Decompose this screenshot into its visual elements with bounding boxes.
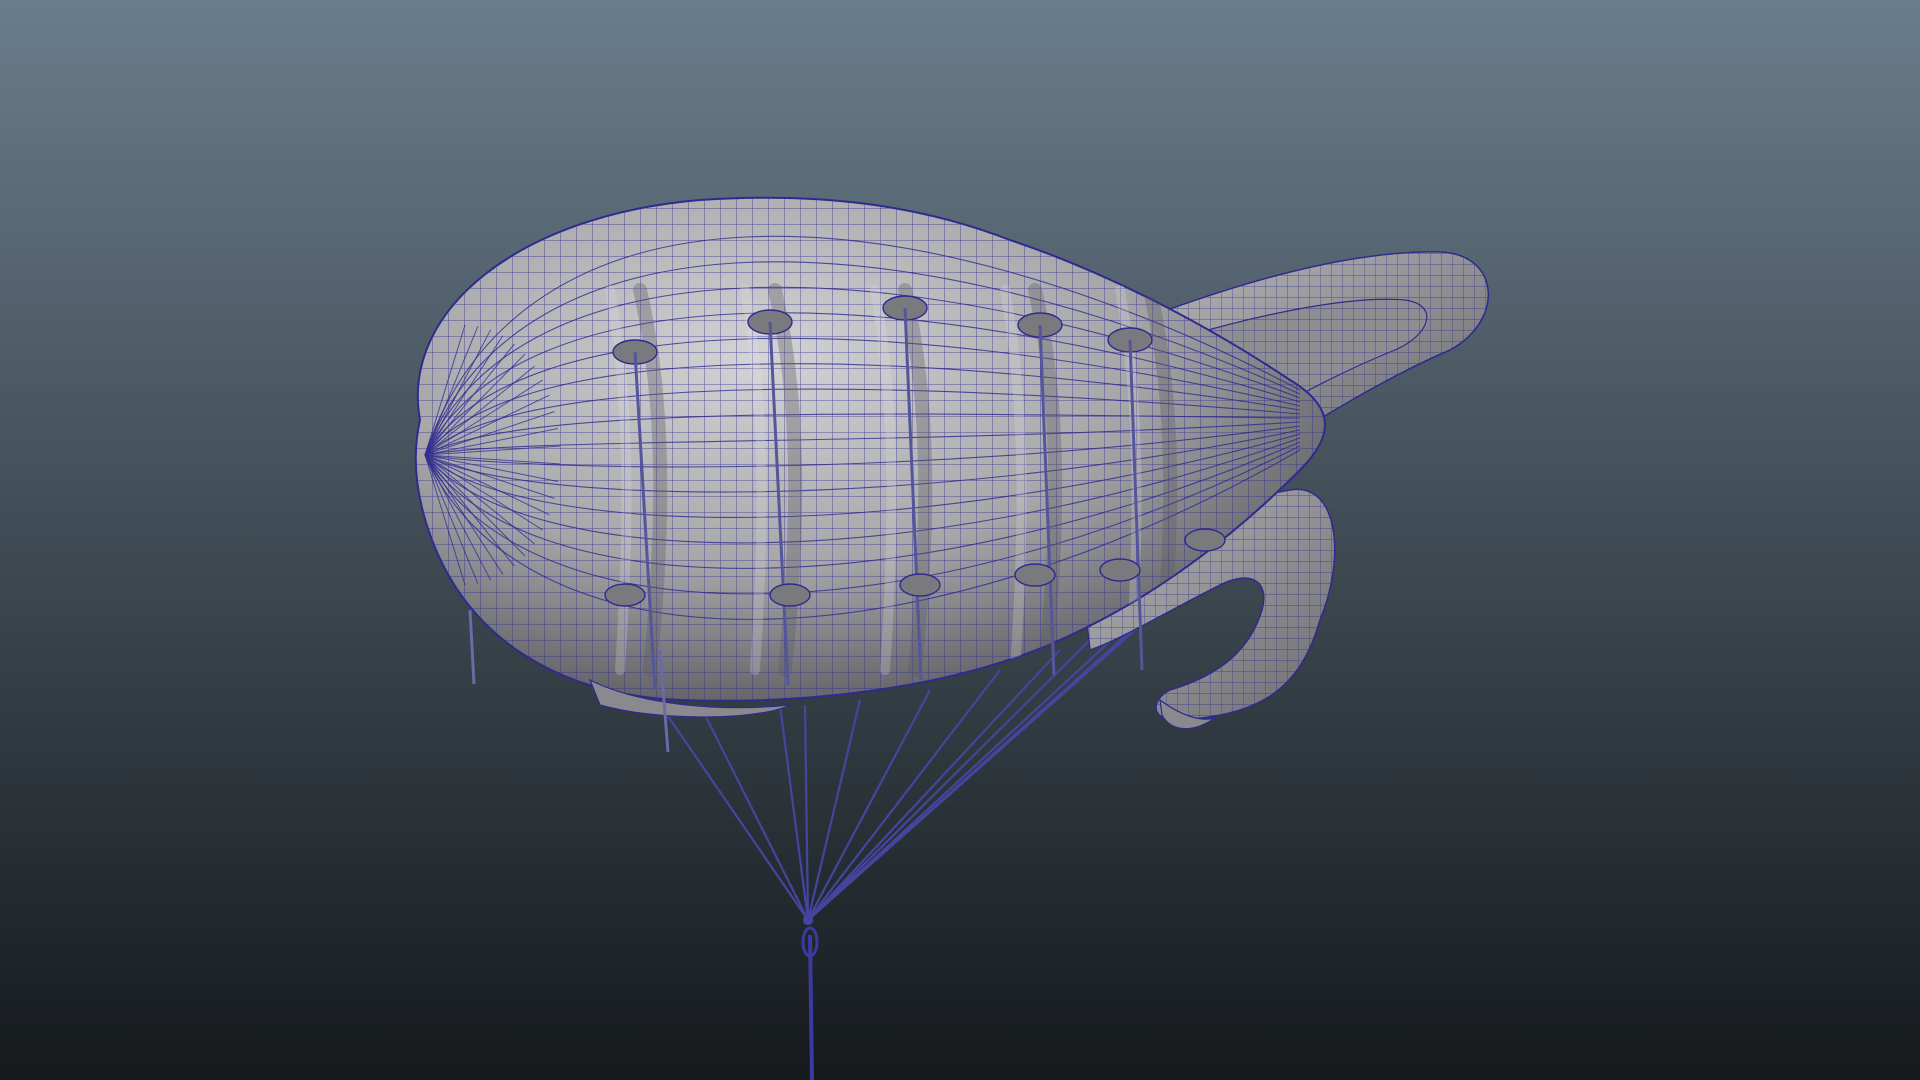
3d-viewport[interactable]	[0, 0, 1920, 1080]
viewport-canvas[interactable]	[0, 0, 1920, 1080]
